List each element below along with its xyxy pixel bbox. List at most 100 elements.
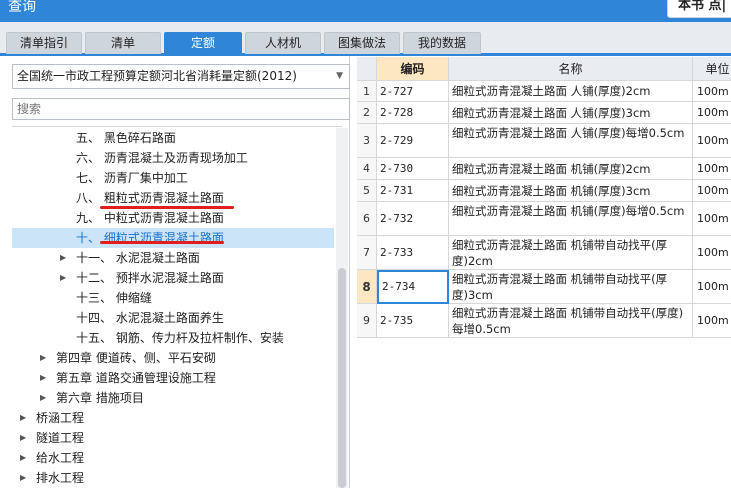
tree-item-label: 五、 黑色碎石路面	[76, 131, 176, 145]
chevron-right-icon[interactable]: ▶	[20, 428, 26, 448]
row-number-active[interactable]: 8	[357, 270, 377, 304]
library-select-value: 全国统一市政工程预算定额河北省消耗量定额(2012)	[17, 69, 297, 83]
name-cell[interactable]: 细粒式沥青混凝土路面 机铺带自动找平(厚度)每增0.5cm	[449, 304, 693, 338]
tree-item[interactable]: ▶ 隧道工程	[0, 428, 336, 448]
chevron-down-icon: ▼	[336, 71, 343, 81]
row-number[interactable]: 3	[357, 124, 377, 158]
chevron-right-icon[interactable]: ▶	[40, 388, 46, 408]
chevron-right-icon[interactable]: ▶	[60, 268, 66, 288]
name-cell[interactable]: 细粒式沥青混凝土路面 机铺带自动找平(厚度)2cm	[449, 236, 693, 270]
tree-item[interactable]: 九、 中粒式沥青混凝土路面	[0, 208, 336, 228]
title-bar: 查询 本书 点|	[0, 0, 731, 22]
search-input[interactable]	[12, 98, 350, 120]
code-cell[interactable]: 2-728	[377, 102, 449, 124]
unit-cell[interactable]: 100m	[693, 304, 731, 338]
unit-cell[interactable]: 100m	[693, 180, 731, 202]
tree-item-label: 排水工程	[36, 471, 85, 485]
tree-item-label: 六、 沥青混凝土及沥青现场加工	[76, 151, 248, 165]
code-cell[interactable]: 2-733	[377, 236, 449, 270]
annotation-underline	[100, 206, 234, 209]
tree-item[interactable]: 五、 黑色碎石路面	[0, 128, 336, 148]
annotation-underline	[100, 241, 224, 244]
tree-item[interactable]: 十五、 钢筋、传力杆及拉杆制作、安装	[0, 328, 336, 348]
tree-item-selected[interactable]: 十、 细粒式沥青混凝土路面	[12, 228, 334, 248]
tree-item[interactable]: 七、 沥青厂集中加工	[0, 168, 336, 188]
tree-scrollbar[interactable]	[336, 128, 348, 488]
code-cell[interactable]: 2-735	[377, 304, 449, 338]
unit-cell[interactable]: 100m	[693, 202, 731, 236]
tree-item-label: 桥涵工程	[36, 411, 85, 425]
tree-item-label: 第五章 道路交通管理设施工程	[56, 371, 216, 385]
divider	[12, 126, 342, 127]
row-number[interactable]: 5	[357, 180, 377, 202]
column-header-code[interactable]: 编码	[377, 57, 449, 81]
code-cell[interactable]: 2-731	[377, 180, 449, 202]
tree-item[interactable]: ▶ 十二、 预拌水泥混凝土路面	[0, 268, 336, 288]
name-cell[interactable]: 细粒式沥青混凝土路面 机铺(厚度)2cm	[449, 158, 693, 180]
code-cell[interactable]: 2-727	[377, 81, 449, 102]
quota-table: 编码 名称 单位 1 2-727 细粒式沥青混凝土路面 人铺(厚度)2cm 10…	[357, 57, 731, 488]
tree-item[interactable]: 六、 沥青混凝土及沥青现场加工	[0, 148, 336, 168]
row-number[interactable]: 2	[357, 102, 377, 124]
window-title: 查询	[8, 0, 36, 15]
code-cell[interactable]: 2-732	[377, 202, 449, 236]
chevron-right-icon[interactable]: ▶	[40, 368, 46, 388]
name-cell[interactable]: 细粒式沥青混凝土路面 机铺带自动找平(厚度)3cm	[449, 270, 693, 304]
code-cell-active[interactable]: 2-734	[377, 270, 449, 304]
tree-item-label: 十三、 伸缩缝	[76, 291, 152, 305]
row-number[interactable]: 6	[357, 202, 377, 236]
tab-my-data[interactable]: 我的数据	[403, 32, 481, 54]
code-cell[interactable]: 2-729	[377, 124, 449, 158]
tree-item[interactable]: ▶ 排水工程	[0, 468, 336, 488]
unit-cell[interactable]: 100m	[693, 270, 731, 304]
tree-item-label: 八、 粗粒式沥青混凝土路面	[76, 191, 224, 205]
name-cell[interactable]: 细粒式沥青混凝土路面 人铺(厚度)每增0.5cm	[449, 124, 693, 158]
unit-cell[interactable]: 100m	[693, 81, 731, 102]
chevron-right-icon[interactable]: ▶	[60, 248, 66, 268]
row-number[interactable]: 9	[357, 304, 377, 338]
name-cell[interactable]: 细粒式沥青混凝土路面 机铺(厚度)3cm	[449, 180, 693, 202]
chevron-right-icon[interactable]: ▶	[40, 348, 46, 368]
name-cell[interactable]: 细粒式沥青混凝土路面 人铺(厚度)3cm	[449, 102, 693, 124]
unit-cell[interactable]: 100m	[693, 236, 731, 270]
row-number[interactable]: 1	[357, 81, 377, 102]
chevron-right-icon[interactable]: ▶	[20, 448, 26, 468]
column-header-name[interactable]: 名称	[449, 57, 693, 81]
tab-list[interactable]: 清单	[85, 32, 161, 54]
chevron-right-icon[interactable]: ▶	[20, 468, 26, 488]
row-number[interactable]: 7	[357, 236, 377, 270]
library-select[interactable]: 全国统一市政工程预算定额河北省消耗量定额(2012) ▼	[12, 64, 350, 89]
chevron-right-icon[interactable]: ▶	[20, 408, 26, 428]
name-cell[interactable]: 细粒式沥青混凝土路面 机铺(厚度)每增0.5cm	[449, 202, 693, 236]
tab-list-guide[interactable]: 清单指引	[6, 32, 82, 54]
tree-item[interactable]: ▶ 第五章 道路交通管理设施工程	[0, 368, 336, 388]
tree-item[interactable]: ▶ 第六章 措施项目	[0, 388, 336, 408]
unit-cell[interactable]: 100m	[693, 102, 731, 124]
tab-atlas[interactable]: 图集做法	[324, 32, 400, 54]
tree-item-label: 给水工程	[36, 451, 85, 465]
name-cell[interactable]: 细粒式沥青混凝土路面 人铺(厚度)2cm	[449, 81, 693, 102]
tree-item-label: 十四、 水泥混凝土路面养生	[76, 311, 224, 325]
tree-item[interactable]: ▶ 桥涵工程	[0, 408, 336, 428]
unit-cell[interactable]: 100m	[693, 124, 731, 158]
table-corner	[357, 57, 377, 81]
tree-item-label: 七、 沥青厂集中加工	[76, 171, 188, 185]
tree-item[interactable]: 十四、 水泥混凝土路面养生	[0, 308, 336, 328]
code-cell[interactable]: 2-730	[377, 158, 449, 180]
tab-materials[interactable]: 人材机	[245, 32, 321, 54]
tree-item[interactable]: ▶ 给水工程	[0, 448, 336, 468]
scrollbar-thumb[interactable]	[338, 268, 346, 488]
row-number[interactable]: 4	[357, 158, 377, 180]
tree-item[interactable]: ▶ 十一、 水泥混凝土路面	[0, 248, 336, 268]
tree-item-label: 十一、 水泥混凝土路面	[76, 251, 200, 265]
chapter-tree: 五、 黑色碎石路面 六、 沥青混凝土及沥青现场加工 七、 沥青厂集中加工 八、 …	[0, 128, 336, 488]
tab-quota[interactable]: 定额	[164, 32, 242, 54]
column-header-unit[interactable]: 单位	[693, 57, 731, 81]
unit-cell[interactable]: 100m	[693, 158, 731, 180]
tree-item[interactable]: 八、 粗粒式沥青混凝土路面	[0, 188, 336, 208]
tree-item[interactable]: 十三、 伸缩缝	[0, 288, 336, 308]
left-panel: 全国统一市政工程预算定额河北省消耗量定额(2012) ▼ 五、 黑色碎石路面 六…	[0, 56, 350, 488]
tree-item[interactable]: ▶ 第四章 便道砖、侧、平石安砌	[0, 348, 336, 368]
book-point-button[interactable]: 本书 点|	[667, 0, 731, 18]
tree-item-label: 隧道工程	[36, 431, 85, 445]
